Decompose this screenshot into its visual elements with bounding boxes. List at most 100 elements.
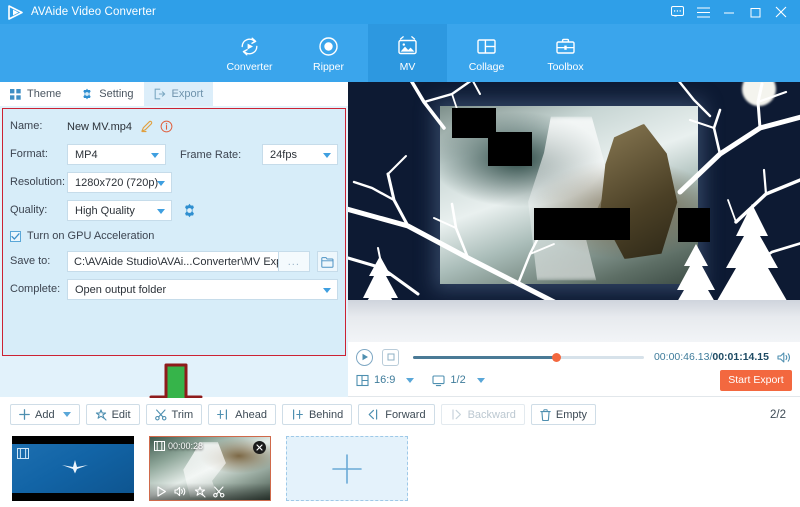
forward-icon: [368, 409, 378, 420]
play-button[interactable]: [356, 348, 373, 366]
aspect-ratio-icon: [356, 374, 369, 386]
tab-export[interactable]: Export: [143, 82, 214, 106]
clip-edit-button[interactable]: [194, 485, 206, 498]
behind-button[interactable]: Behind: [281, 404, 353, 425]
tab-setting[interactable]: Setting: [71, 82, 143, 106]
mv-icon: [396, 33, 419, 59]
backward-icon: [451, 409, 461, 420]
bird-graphic: [60, 460, 90, 477]
complete-select[interactable]: Open output folder: [67, 279, 338, 300]
form-row-save-to: Save to: C:\AVAide Studio\AVAi...Convert…: [10, 250, 338, 273]
clip-trim-button[interactable]: [213, 485, 225, 498]
zoom-level-value: 1/2: [450, 374, 466, 386]
volume-icon: [174, 486, 186, 497]
browse-folder-button[interactable]: ...: [278, 251, 310, 272]
volume-button[interactable]: [777, 351, 792, 364]
scissors-icon: [213, 485, 225, 497]
trim-button[interactable]: Trim: [145, 404, 203, 425]
export-settings-highlight: Name: New MV.mp4 Format: MP4 Frame Rate:…: [2, 108, 346, 356]
thumbnail-clip-2[interactable]: 00:00:28: [149, 436, 271, 501]
quality-select[interactable]: High Quality: [67, 200, 172, 221]
seek-bar[interactable]: [413, 352, 644, 362]
edit-icon: [194, 485, 206, 498]
video-preview[interactable]: [348, 82, 800, 342]
seek-bar-handle[interactable]: [551, 352, 561, 362]
form-row-quality: Quality: High Quality: [10, 199, 338, 222]
feedback-icon[interactable]: [664, 0, 690, 24]
grid-icon: [10, 88, 21, 100]
frame-rate-value: 24fps: [270, 148, 297, 161]
form-row-complete: Complete: Open output folder: [10, 278, 338, 301]
ahead-button[interactable]: Ahead: [208, 404, 276, 425]
player-controls: 00:00:46.13/00:01:14.15 16:9 1/2 Start E…: [348, 342, 800, 397]
aspect-ratio-control[interactable]: 16:9: [356, 374, 415, 387]
thumbnail-clip-1[interactable]: [12, 436, 134, 501]
nav-label-converter: Converter: [226, 61, 273, 73]
start-export-button-player[interactable]: Start Export: [720, 369, 792, 391]
add-clip-card[interactable]: [286, 436, 408, 501]
close-icon[interactable]: [768, 0, 794, 24]
app-logo-icon: [7, 4, 24, 21]
gpu-acceleration-label: Turn on GPU Acceleration: [27, 230, 155, 242]
empty-button[interactable]: Empty: [530, 404, 597, 425]
info-icon[interactable]: [160, 120, 173, 133]
clip-volume-button[interactable]: [174, 486, 187, 497]
player-options-row: 16:9 1/2 Start Export: [356, 368, 792, 392]
toolbox-icon: [554, 33, 577, 59]
form-row-resolution: Resolution: 1280x720 (720p): [10, 171, 338, 194]
nav-item-toolbox[interactable]: Toolbox: [526, 24, 605, 82]
open-folder-button[interactable]: [317, 251, 338, 272]
nav-item-ripper[interactable]: Ripper: [289, 24, 368, 82]
ripper-icon: [317, 33, 340, 59]
nav-item-mv[interactable]: MV: [368, 24, 447, 82]
maximize-icon[interactable]: [742, 0, 768, 24]
nav-items: Converter Ripper MV Collage Toolbox: [210, 24, 605, 82]
menu-icon[interactable]: [690, 0, 716, 24]
nav-label-ripper: Ripper: [313, 61, 344, 73]
behind-icon: [292, 409, 303, 420]
advanced-settings-gear-icon[interactable]: [182, 203, 197, 218]
snapshot-icon: [387, 353, 394, 361]
clip-play-button[interactable]: [156, 486, 167, 497]
minimize-icon[interactable]: [716, 0, 742, 24]
chevron-down-icon: [323, 287, 331, 293]
volume-icon: [777, 351, 791, 363]
forward-button[interactable]: Forward: [358, 404, 435, 425]
edit-name-pencil-icon[interactable]: [140, 120, 153, 133]
resolution-select[interactable]: 1280x720 (720p): [67, 172, 172, 193]
page-indicator: 2/2: [770, 408, 786, 421]
name-value: New MV.mp4: [67, 120, 133, 133]
ahead-icon: [217, 409, 228, 420]
chevron-down-icon: [151, 152, 160, 158]
start-export-label-player: Start Export: [728, 374, 784, 386]
top-navigation: Converter Ripper MV Collage Toolbox: [0, 24, 800, 82]
converter-icon: [238, 33, 261, 59]
frame-rate-select[interactable]: 24fps: [262, 144, 338, 165]
chevron-down-icon: [323, 152, 331, 158]
redaction-block: [678, 208, 710, 242]
form-row-gpu: Turn on GPU Acceleration: [10, 227, 338, 245]
format-select[interactable]: MP4: [67, 144, 167, 165]
snow-ground-graphic: [348, 300, 800, 342]
save-to-input[interactable]: C:\AVAide Studio\AVAi...Converter\MV Exp…: [67, 251, 279, 272]
nav-item-converter[interactable]: Converter: [210, 24, 289, 82]
gpu-acceleration-checkbox[interactable]: [10, 230, 21, 242]
add-button[interactable]: Add: [10, 404, 80, 425]
tab-theme[interactable]: Theme: [0, 82, 71, 106]
snapshot-button[interactable]: [382, 348, 399, 366]
collage-icon: [475, 33, 498, 59]
edit-button[interactable]: Edit: [85, 404, 140, 425]
resolution-label: Resolution:: [10, 176, 66, 188]
gear-icon: [83, 88, 91, 100]
nav-item-collage[interactable]: Collage: [447, 24, 526, 82]
nav-label-mv: MV: [399, 61, 416, 73]
complete-label: Complete:: [10, 283, 61, 295]
form-row-name: Name: New MV.mp4: [10, 115, 338, 138]
window-controls: [664, 0, 800, 24]
tab-label-export: Export: [171, 88, 204, 100]
panel-tabs: Theme Setting Export: [0, 82, 348, 106]
remove-clip-button[interactable]: [253, 441, 266, 454]
play-icon: [157, 486, 166, 497]
zoom-level-control[interactable]: 1/2: [432, 374, 485, 387]
resolution-value: 1280x720 (720p): [75, 176, 159, 189]
